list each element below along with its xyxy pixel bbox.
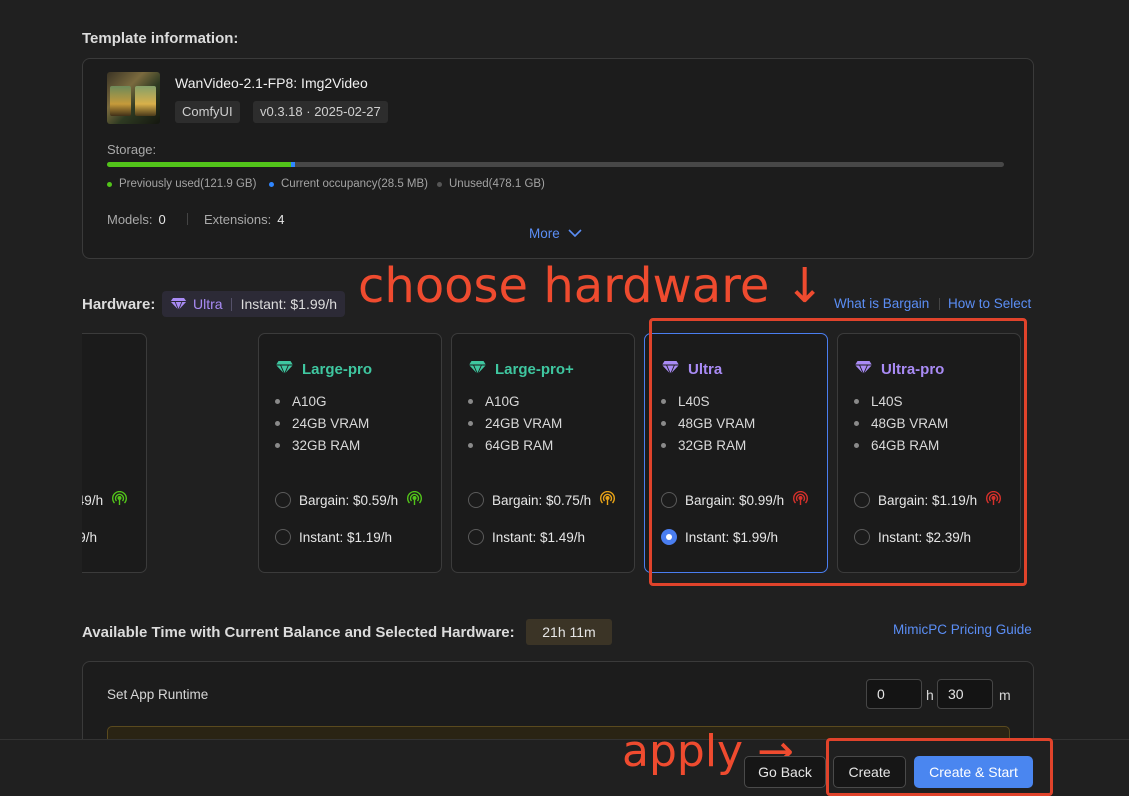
- spec-vram: 48GB VRAM: [661, 416, 755, 431]
- gray-dot-icon: [437, 181, 442, 187]
- stat-divider: [187, 213, 188, 225]
- pricing-guide-link[interactable]: MimicPC Pricing Guide: [893, 622, 1032, 637]
- hardware-card-title: Large-pro: [275, 360, 372, 379]
- extensions-stat: Extensions: 4: [204, 212, 285, 227]
- template-name: WanVideo-2.1-FP8: Img2Video: [175, 75, 368, 91]
- choose-hardware-annotation: choose hardware ↓: [358, 258, 825, 314]
- instant-option[interactable]: Instant: $2.39/h: [854, 529, 971, 545]
- selected-hardware-badge: Ultra Instant: $1.99/h: [162, 291, 346, 317]
- hours-unit: h: [926, 687, 934, 703]
- signal-icon: [600, 490, 616, 509]
- legend-unused: Unused(478.1 GB): [437, 178, 545, 190]
- spec-ram: 32GB RAM: [661, 438, 746, 453]
- instant-option[interactable]: Instant: $0.99/h: [82, 529, 97, 545]
- how-to-select-link[interactable]: How to Select: [948, 296, 1031, 311]
- spec-ram: 64GB RAM: [854, 438, 939, 453]
- instant-option[interactable]: Instant: $1.19/h: [275, 529, 392, 545]
- template-thumbnail: [107, 72, 160, 124]
- runtime-label: Set App Runtime: [107, 687, 209, 702]
- instant-option[interactable]: Instant: $1.99/h: [661, 529, 778, 545]
- instant-radio[interactable]: [275, 529, 291, 545]
- bargain-option[interactable]: Bargain: $0.59/h: [275, 490, 423, 509]
- instant-option[interactable]: Instant: $1.49/h: [468, 529, 585, 545]
- storage-bar-used: [107, 162, 291, 167]
- spec-vram: 48GB VRAM: [854, 416, 948, 431]
- spec-gpu: A10G: [275, 394, 327, 409]
- blue-dot-icon: [269, 181, 274, 187]
- hardware-card-ultra[interactable]: Ultra L40S 48GB VRAM 32GB RAM Bargain: $0.99…: [644, 333, 828, 573]
- diamond-icon: [468, 360, 487, 379]
- hardware-card-title: Ultra: [661, 360, 722, 379]
- spec-vram: 24GB VRAM: [468, 416, 562, 431]
- available-time-value: 21h 11m: [526, 619, 612, 645]
- hardware-card-large[interactable]: LargeA10G24GB VRAM16GB RAMBargain: $0.49…: [82, 333, 147, 573]
- spec-ram: 32GB RAM: [275, 438, 360, 453]
- hardware-card-title: Ultra-pro: [854, 360, 944, 379]
- signal-icon: [112, 490, 128, 509]
- runtime-minutes-input[interactable]: [937, 679, 993, 709]
- bargain-radio[interactable]: [661, 492, 677, 508]
- spec-gpu: A10G: [468, 394, 520, 409]
- bargain-option[interactable]: Bargain: $0.99/h: [661, 490, 809, 509]
- go-back-button[interactable]: Go Back: [744, 756, 826, 788]
- diamond-icon: [170, 298, 187, 311]
- bargain-radio[interactable]: [854, 492, 870, 508]
- spec-vram: 24GB VRAM: [275, 416, 369, 431]
- hardware-card-large-pro-plus[interactable]: Large-pro+ A10G 24GB VRAM 64GB RAM Bargain: …: [451, 333, 635, 573]
- green-dot-icon: [107, 181, 112, 187]
- template-info-card: WanVideo-2.1-FP8: Img2Video ComfyUI v0.3…: [82, 58, 1034, 259]
- more-button[interactable]: More: [529, 226, 582, 241]
- legend-current-occupancy: Current occupancy(28.5 MB): [269, 178, 428, 190]
- hardware-section-title: Hardware:: [82, 296, 156, 313]
- bargain-option[interactable]: Bargain: $0.49/h: [82, 490, 128, 509]
- models-stat: Models: 0: [107, 212, 166, 227]
- diamond-icon: [854, 360, 873, 379]
- create-button[interactable]: Create: [833, 756, 906, 788]
- runtime-hours-input[interactable]: [866, 679, 922, 709]
- bargain-option[interactable]: Bargain: $0.75/h: [468, 490, 616, 509]
- spec-ram: 64GB RAM: [468, 438, 553, 453]
- signal-icon: [407, 490, 423, 509]
- hardware-card-large-pro[interactable]: Large-pro A10G 24GB VRAM 32GB RAM Bargain: $…: [258, 333, 442, 573]
- storage-bar-current: [291, 162, 295, 167]
- link-divider: [939, 298, 940, 310]
- template-section-title: Template information:: [82, 30, 239, 47]
- minutes-unit: m: [999, 687, 1011, 703]
- tag-comfyui: ComfyUI: [175, 101, 240, 123]
- bargain-option[interactable]: Bargain: $1.19/h: [854, 490, 1002, 509]
- spec-gpu: L40S: [661, 394, 710, 409]
- tag-version: v0.3.18 · 2025-02-27: [253, 101, 388, 123]
- bargain-radio[interactable]: [275, 492, 291, 508]
- create-and-start-button[interactable]: Create & Start: [914, 756, 1033, 788]
- instant-radio[interactable]: [661, 529, 677, 545]
- legend-previously-used: Previously used(121.9 GB): [107, 178, 256, 190]
- bargain-radio[interactable]: [468, 492, 484, 508]
- hardware-card-title: Large-pro+: [468, 360, 574, 379]
- hardware-cards-carousel[interactable]: LargeA10G24GB VRAM16GB RAMBargain: $0.49…: [82, 325, 1034, 577]
- hardware-card-ultra-pro[interactable]: Ultra-pro L40S 48GB VRAM 64GB RAM Bargain: $…: [837, 333, 1021, 573]
- diamond-icon: [661, 360, 680, 379]
- what-is-bargain-link[interactable]: What is Bargain: [834, 296, 929, 311]
- diamond-icon: [275, 360, 294, 379]
- chevron-down-icon: [568, 229, 582, 238]
- instant-radio[interactable]: [854, 529, 870, 545]
- signal-icon: [986, 490, 1002, 509]
- instant-radio[interactable]: [468, 529, 484, 545]
- storage-label: Storage:: [107, 142, 157, 157]
- spec-gpu: L40S: [854, 394, 903, 409]
- storage-bar: [107, 162, 1004, 167]
- available-time-title: Available Time with Current Balance and …: [82, 624, 515, 641]
- signal-icon: [793, 490, 809, 509]
